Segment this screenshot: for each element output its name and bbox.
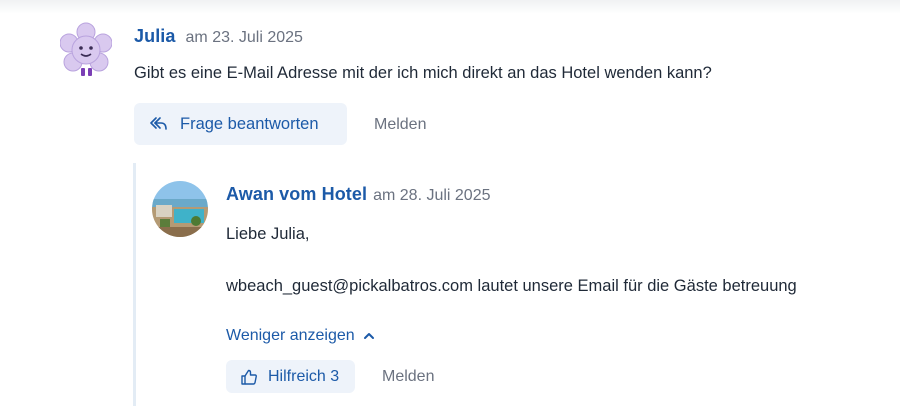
reply-body: wbeach_guest@pickalbatros.com lautet uns… <box>226 277 797 295</box>
flower-mascot-icon <box>59 22 113 76</box>
answer-question-button[interactable]: Frage beantworten <box>134 103 347 145</box>
helpful-button[interactable]: Hilfreich 3 <box>226 360 355 393</box>
show-less-link[interactable]: Weniger anzeigen <box>226 327 375 345</box>
thumbs-up-icon <box>241 369 257 385</box>
hotel-avatar <box>152 181 208 237</box>
helpful-label: Hilfreich 3 <box>268 367 340 385</box>
report-reply-link[interactable]: Melden <box>382 368 434 386</box>
report-question-link[interactable]: Melden <box>374 116 426 134</box>
show-less-label: Weniger anzeigen <box>226 327 355 344</box>
hotel-photo-icon <box>152 181 208 237</box>
answer-question-label: Frage beantworten <box>180 114 319 133</box>
question-header: Julia am 23. Juli 2025 <box>134 26 303 47</box>
reply-greeting: Liebe Julia, <box>226 225 310 243</box>
reply-date: am 28. Juli 2025 <box>373 187 491 204</box>
question-text: Gibt es eine E-Mail Adresse mit der ich … <box>134 64 712 82</box>
reply-header: Awan vom Hotel am 28. Juli 2025 <box>226 184 491 205</box>
question-date: am 23. Juli 2025 <box>185 29 303 46</box>
top-shadow <box>0 0 900 14</box>
thread-divider <box>133 163 136 406</box>
chevron-up-icon <box>363 333 374 339</box>
reply-arrow-icon <box>150 117 167 130</box>
question-author[interactable]: Julia <box>134 26 176 47</box>
reply-author[interactable]: Awan vom Hotel <box>226 184 367 205</box>
user-avatar <box>59 22 113 78</box>
